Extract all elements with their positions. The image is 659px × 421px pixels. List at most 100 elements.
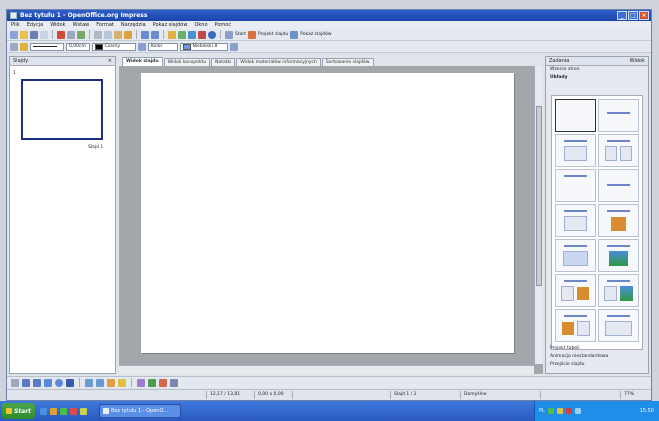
draw-line-icon[interactable] xyxy=(22,378,30,387)
language-indicator[interactable]: PL xyxy=(539,408,545,414)
maximize-button[interactable]: □ xyxy=(628,11,638,20)
scroll-thumb[interactable] xyxy=(536,106,542,286)
show-desktop-icon[interactable] xyxy=(80,407,87,415)
network-icon[interactable] xyxy=(547,408,554,414)
save-icon[interactable] xyxy=(30,30,38,39)
horizontal-scrollbar[interactable] xyxy=(119,365,534,374)
email-icon[interactable] xyxy=(40,30,48,39)
shadow-icon[interactable] xyxy=(230,42,238,51)
menu-help[interactable]: Pomoc xyxy=(215,22,232,28)
tasks-view-menu[interactable]: Widok xyxy=(630,58,645,64)
layout-blank[interactable] xyxy=(555,99,596,132)
layout-title-2content[interactable] xyxy=(598,134,639,167)
media-player-icon[interactable] xyxy=(60,407,67,415)
folder-icon[interactable] xyxy=(50,407,57,415)
volume-icon[interactable] xyxy=(574,408,581,414)
table-design-link[interactable]: Projekt tabeli xyxy=(546,345,648,353)
tab-slide-view[interactable]: Widok slajdu xyxy=(122,57,163,66)
help-icon[interactable] xyxy=(208,30,216,39)
menu-format[interactable]: Format xyxy=(96,22,114,28)
layout-chart-text[interactable] xyxy=(555,309,596,342)
menu-tools[interactable]: Narzędzia xyxy=(121,22,146,28)
select-pointer-icon[interactable] xyxy=(11,378,19,387)
close-button[interactable]: × xyxy=(639,11,649,20)
menu-file[interactable]: Plik xyxy=(11,22,20,28)
slideshow-button[interactable]: Pokaz slajdów xyxy=(290,30,332,39)
3d-effects-icon[interactable] xyxy=(159,378,167,387)
print-icon[interactable] xyxy=(67,30,75,39)
line-icon[interactable] xyxy=(20,42,28,51)
tab-outline[interactable]: Widok konspektu xyxy=(163,58,211,66)
status-zoom[interactable]: 77% xyxy=(621,391,651,399)
layout-title-text[interactable] xyxy=(555,169,596,202)
menu-slideshow[interactable]: Pokaz slajdów xyxy=(153,22,188,28)
basic-shapes-icon[interactable] xyxy=(107,378,115,387)
line-width-input[interactable]: 0,00cm xyxy=(66,42,90,51)
zoom-icon[interactable] xyxy=(198,30,206,39)
menu-insert[interactable]: Wstaw xyxy=(73,22,90,28)
connector-icon[interactable] xyxy=(96,378,104,387)
menu-view[interactable]: Widok xyxy=(50,22,65,28)
spellcheck-icon[interactable] xyxy=(77,30,85,39)
export-pdf-icon[interactable] xyxy=(57,30,65,39)
line-style-select[interactable] xyxy=(30,42,64,51)
browser-icon[interactable] xyxy=(40,407,47,415)
layout-title-table[interactable] xyxy=(555,239,596,272)
align-icon[interactable] xyxy=(170,378,178,387)
layout-text-object[interactable] xyxy=(598,309,639,342)
rectangle-icon[interactable] xyxy=(44,378,52,387)
layout-title-only[interactable] xyxy=(598,99,639,132)
layout-title-box[interactable] xyxy=(555,204,596,237)
menu-edit[interactable]: Edycja xyxy=(27,22,44,28)
undo-icon[interactable] xyxy=(141,30,149,39)
format-paintbrush-icon[interactable] xyxy=(124,30,132,39)
master-pages-link[interactable]: Wzorce stron xyxy=(546,66,648,74)
layouts-link[interactable]: Układy xyxy=(546,74,648,82)
layout-title-content[interactable] xyxy=(555,134,596,167)
fontwork-icon[interactable] xyxy=(137,378,145,387)
layout-title-chart[interactable] xyxy=(598,204,639,237)
text-tool-icon[interactable] xyxy=(66,378,74,387)
menu-window[interactable]: Okno xyxy=(194,22,207,28)
messenger-icon[interactable] xyxy=(70,407,77,415)
fill-color-select[interactable]: Niebieski 8 xyxy=(180,42,228,51)
layout-centered-text[interactable] xyxy=(598,169,639,202)
layout-text-picture[interactable] xyxy=(598,274,639,307)
area-icon[interactable] xyxy=(138,42,146,51)
taskbar-item-impress[interactable]: Bez tytułu 1 - OpenO... xyxy=(99,404,181,418)
new-document-icon[interactable] xyxy=(10,30,18,39)
layout-title-picture[interactable] xyxy=(598,239,639,272)
redo-icon[interactable] xyxy=(151,30,159,39)
navigator-icon[interactable] xyxy=(188,30,196,39)
open-folder-icon[interactable] xyxy=(20,30,28,39)
vertical-scrollbar[interactable] xyxy=(534,66,543,364)
tab-notes[interactable]: Notatki xyxy=(211,58,236,66)
security-icon[interactable] xyxy=(556,408,563,414)
chart-icon[interactable] xyxy=(168,30,176,39)
paste-icon[interactable] xyxy=(114,30,122,39)
curve-icon[interactable] xyxy=(85,378,93,387)
antivirus-icon[interactable] xyxy=(565,408,572,414)
tab-handout[interactable]: Widok materiałów informacyjnych xyxy=(236,58,321,66)
line-color-select[interactable]: Czarny xyxy=(92,42,136,51)
slide-transition-link[interactable]: Przejście slajdu xyxy=(546,361,648,369)
arrow-style-icon[interactable] xyxy=(10,42,18,51)
table-icon[interactable] xyxy=(178,30,186,39)
cut-icon[interactable] xyxy=(94,30,102,39)
custom-animation-link[interactable]: Animacja niestandardowa xyxy=(546,353,648,361)
copy-icon[interactable] xyxy=(104,30,112,39)
ellipse-icon[interactable] xyxy=(55,378,63,387)
layout-text-chart[interactable] xyxy=(555,274,596,307)
slide-canvas[interactable] xyxy=(141,73,514,353)
slides-pane-close-icon[interactable]: × xyxy=(108,58,112,64)
minimize-button[interactable]: _ xyxy=(617,11,627,20)
stars-icon[interactable] xyxy=(118,378,126,387)
start-menu-button[interactable]: Start xyxy=(2,403,35,419)
tab-slide-sorter[interactable]: Sortowanie slajdów xyxy=(321,58,374,66)
draw-arrow-icon[interactable] xyxy=(33,378,41,387)
slide-thumbnail[interactable] xyxy=(21,79,103,140)
slide-design-button[interactable]: Projekt slajdu xyxy=(248,30,288,39)
start-button[interactable]: Start xyxy=(225,30,246,39)
insert-image-icon[interactable] xyxy=(148,378,156,387)
fill-type-select[interactable]: Kolor xyxy=(148,42,178,51)
